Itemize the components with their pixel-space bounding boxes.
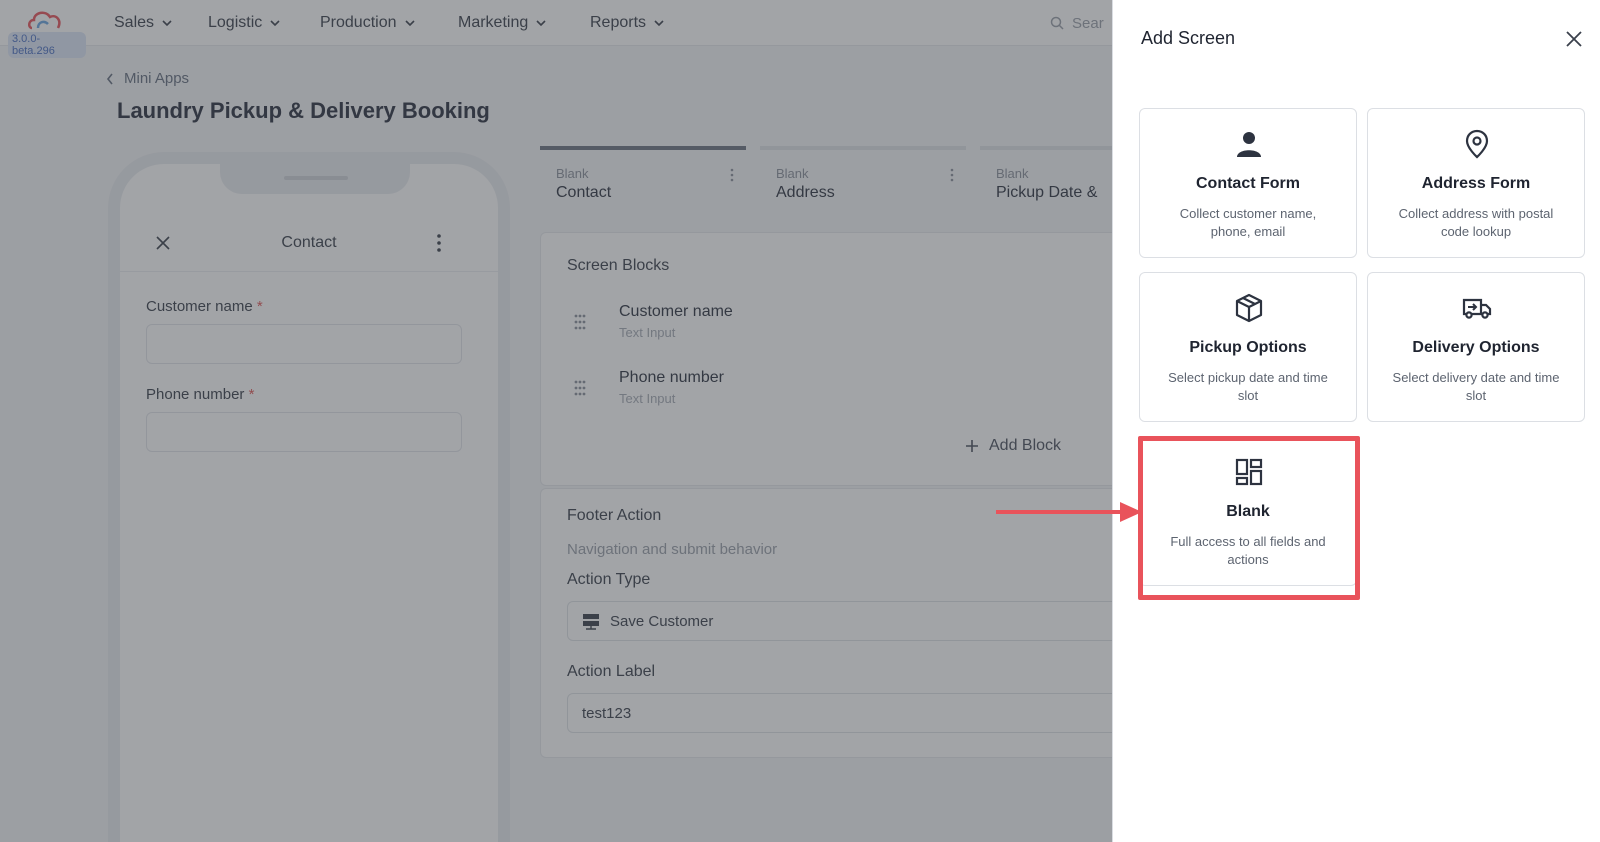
add-screen-drawer: Add Screen Contact Form Collect customer…	[1112, 0, 1600, 842]
template-description: Select delivery date and time slot	[1392, 370, 1560, 403]
package-icon	[1235, 293, 1263, 323]
template-description: Collect customer name, phone, email	[1179, 206, 1317, 239]
template-delivery-options[interactable]: Delivery Options Select delivery date an…	[1367, 272, 1585, 422]
template-description: Select pickup date and time slot	[1168, 370, 1328, 403]
close-icon[interactable]	[1565, 30, 1583, 48]
template-title: Pickup Options	[1189, 339, 1307, 356]
map-pin-icon	[1465, 129, 1489, 159]
template-pickup-options[interactable]: Pickup Options Select pickup date and ti…	[1139, 272, 1357, 422]
template-title: Contact Form	[1196, 175, 1300, 192]
template-title: Delivery Options	[1412, 339, 1540, 356]
template-description: Full access to all fields and actions	[1170, 534, 1326, 567]
dashboard-icon	[1235, 458, 1263, 486]
template-blank[interactable]: Blank Full access to all fields and acti…	[1139, 436, 1357, 586]
modal-overlay[interactable]	[0, 0, 1112, 842]
template-title: Blank	[1226, 503, 1270, 520]
template-address-form[interactable]: Address Form Collect address with postal…	[1367, 108, 1585, 258]
template-description: Collect address with postal code lookup	[1398, 206, 1554, 239]
template-contact-form[interactable]: Contact Form Collect customer name, phon…	[1139, 108, 1357, 258]
truck-icon	[1462, 298, 1492, 319]
drawer-title: Add Screen	[1141, 28, 1236, 48]
person-icon	[1237, 132, 1261, 157]
template-title: Address Form	[1421, 175, 1531, 192]
